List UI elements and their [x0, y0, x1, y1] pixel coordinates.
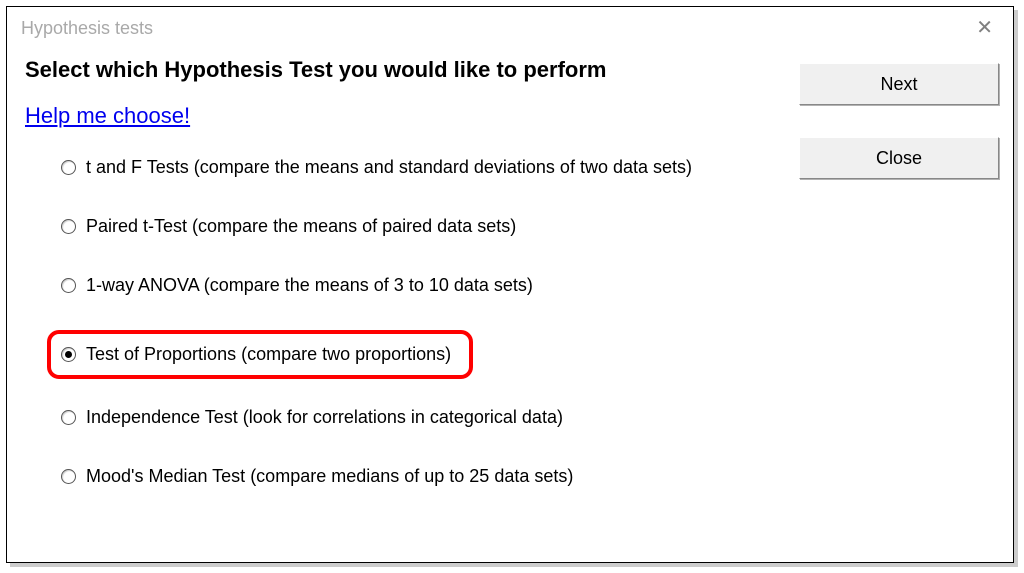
- dialog-window: Hypothesis tests ✕ Select which Hypothes…: [6, 6, 1014, 563]
- radio-icon[interactable]: [61, 410, 76, 425]
- option-label: Paired t-Test (compare the means of pair…: [86, 216, 516, 237]
- dialog-title: Hypothesis tests: [21, 18, 153, 39]
- left-column: Select which Hypothesis Test you would l…: [25, 57, 799, 487]
- option-test-of-proportions[interactable]: Test of Proportions (compare two proport…: [61, 330, 799, 379]
- option-anova[interactable]: 1-way ANOVA (compare the means of 3 to 1…: [61, 275, 799, 296]
- option-label: 1-way ANOVA (compare the means of 3 to 1…: [86, 275, 533, 296]
- close-icon[interactable]: ✕: [970, 16, 999, 40]
- help-link[interactable]: Help me choose!: [25, 103, 190, 129]
- option-label: Test of Proportions (compare two proport…: [86, 344, 451, 365]
- radio-icon[interactable]: [61, 219, 76, 234]
- dialog-body: Select which Hypothesis Test you would l…: [7, 43, 1013, 501]
- titlebar: Hypothesis tests ✕: [7, 7, 1013, 43]
- option-t-and-f-tests[interactable]: t and F Tests (compare the means and sta…: [61, 157, 799, 178]
- page-heading: Select which Hypothesis Test you would l…: [25, 57, 799, 83]
- option-independence-test[interactable]: Independence Test (look for correlations…: [61, 407, 799, 428]
- next-button[interactable]: Next: [799, 63, 999, 105]
- right-column: Next Close: [799, 57, 999, 487]
- radio-icon[interactable]: [61, 278, 76, 293]
- radio-icon[interactable]: [61, 347, 76, 362]
- option-moods-median[interactable]: Mood's Median Test (compare medians of u…: [61, 466, 799, 487]
- option-label: Mood's Median Test (compare medians of u…: [86, 466, 573, 487]
- highlight-box: Test of Proportions (compare two proport…: [47, 330, 473, 379]
- radio-icon[interactable]: [61, 469, 76, 484]
- radio-icon[interactable]: [61, 160, 76, 175]
- close-button[interactable]: Close: [799, 137, 999, 179]
- option-label: t and F Tests (compare the means and sta…: [86, 157, 692, 178]
- option-label: Independence Test (look for correlations…: [86, 407, 563, 428]
- options-group: t and F Tests (compare the means and sta…: [25, 157, 799, 487]
- option-paired-t-test[interactable]: Paired t-Test (compare the means of pair…: [61, 216, 799, 237]
